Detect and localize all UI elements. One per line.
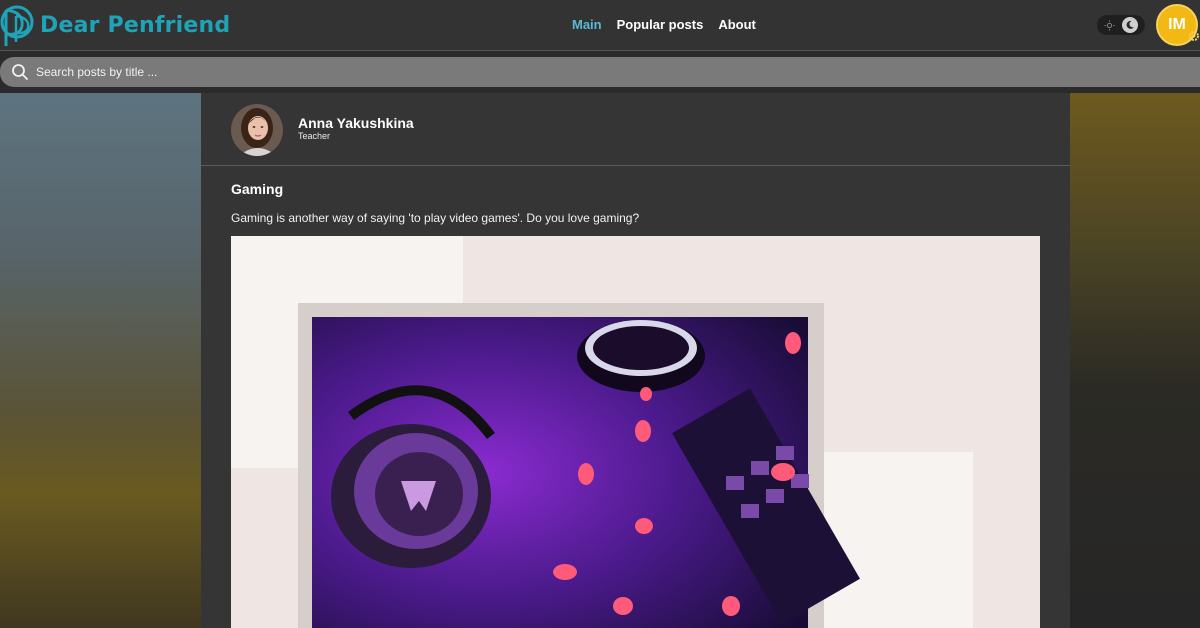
post-title: Gaming <box>231 181 284 197</box>
moon-icon <box>1121 17 1138 33</box>
theme-toggle[interactable] <box>1097 15 1145 35</box>
brand-logo[interactable]: Dear Penfriend <box>0 2 230 48</box>
user-initials: IM <box>1168 16 1186 33</box>
background-left-pane <box>0 93 201 628</box>
post-image <box>231 236 1040 628</box>
search-input[interactable] <box>36 65 636 79</box>
top-navigation-bar: Dear Penfriend Main Popular posts About … <box>0 0 1200 51</box>
nav-link-about[interactable]: About <box>718 17 756 32</box>
logo-icon <box>0 5 34 46</box>
nav-link-main[interactable]: Main <box>572 17 602 32</box>
search-icon <box>12 64 28 80</box>
user-avatar[interactable]: IM <box>1156 4 1200 46</box>
nav-link-popular-posts[interactable]: Popular posts <box>617 17 704 32</box>
background-right-pane <box>1070 93 1200 628</box>
gear-icon[interactable] <box>1188 30 1200 42</box>
search-bar <box>0 57 1200 87</box>
post-text: Gaming is another way of saying 'to play… <box>231 211 640 225</box>
author-avatar[interactable] <box>231 104 283 156</box>
main-nav: Main Popular posts About <box>572 17 756 32</box>
sun-icon <box>1104 19 1115 31</box>
post-card: Anna Yakushkina Teacher Gaming Gaming is… <box>201 93 1070 628</box>
brand-name: Dear Penfriend <box>40 12 231 38</box>
author-name[interactable]: Anna Yakushkina <box>298 115 414 131</box>
author-role: Teacher <box>298 131 331 141</box>
author-header: Anna Yakushkina Teacher <box>201 93 1070 166</box>
